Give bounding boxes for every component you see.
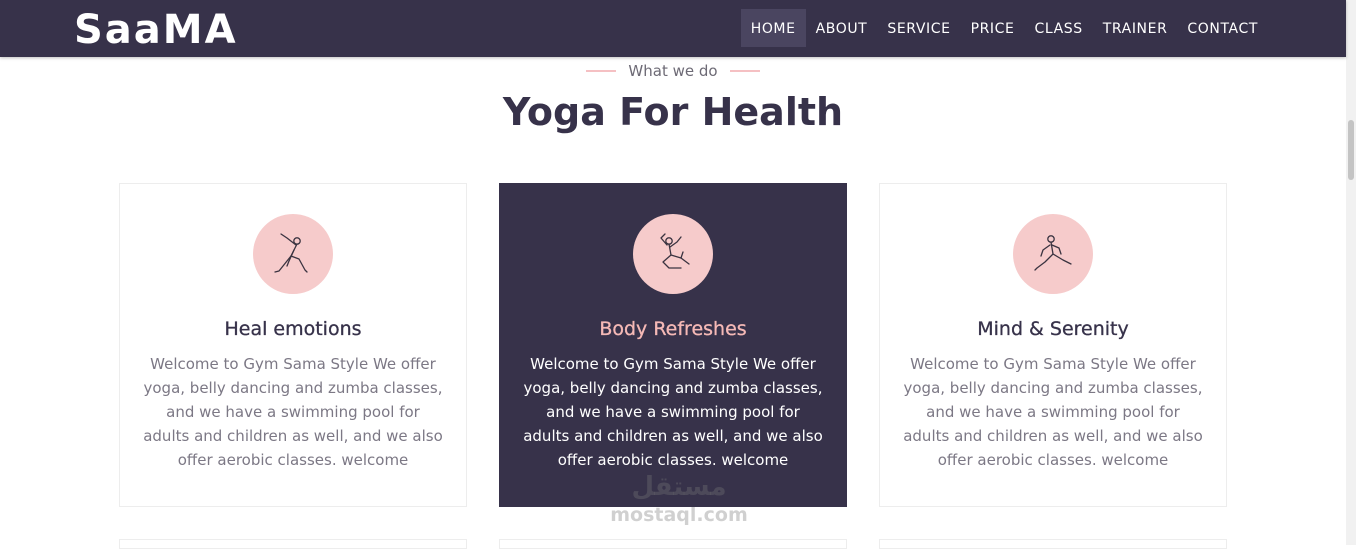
top-navbar: SaaMA HOME ABOUT SERVICE PRICE CLASS TRA… xyxy=(0,0,1346,57)
watermark-logo: مستقل xyxy=(631,472,727,502)
card-title: Heal emotions xyxy=(224,318,362,340)
card-description: Welcome to Gym Sama Style We offer yoga,… xyxy=(523,355,823,469)
card-description: Welcome to Gym Sama Style We offer yoga,… xyxy=(143,355,443,469)
page-scrollbar[interactable] xyxy=(1346,0,1356,545)
nav-contact[interactable]: CONTACT xyxy=(1177,9,1268,47)
tagline-text: What we do xyxy=(628,62,718,80)
nav-price[interactable]: PRICE xyxy=(961,9,1025,47)
nav-service[interactable]: SERVICE xyxy=(877,9,960,47)
card-title: Mind & Serenity xyxy=(977,318,1129,340)
yoga-seated-pose-icon xyxy=(633,214,713,294)
nav-about[interactable]: ABOUT xyxy=(806,9,878,47)
service-card-heal-emotions: Heal emotions Welcome to Gym Sama Style … xyxy=(119,183,467,507)
yoga-lunge-pose-icon xyxy=(1013,214,1093,294)
nav-home[interactable]: HOME xyxy=(740,9,806,47)
section-title: Yoga For Health xyxy=(502,90,844,134)
service-card-row2-1 xyxy=(119,539,467,549)
nav-trainer[interactable]: TRAINER xyxy=(1093,9,1178,47)
tagline-left-divider xyxy=(586,70,617,72)
main-menu: HOME ABOUT SERVICE PRICE CLASS TRAINER C… xyxy=(740,9,1268,47)
scrollbar-thumb[interactable] xyxy=(1348,120,1354,180)
section-tagline: What we do xyxy=(0,62,1346,80)
card-description: Welcome to Gym Sama Style We offer yoga,… xyxy=(903,355,1203,469)
service-card-row2-3 xyxy=(879,539,1227,549)
card-title: Body Refreshes xyxy=(599,318,747,340)
service-card-mind-serenity: Mind & Serenity Welcome to Gym Sama Styl… xyxy=(879,183,1227,507)
service-card-body-refreshes: Body Refreshes Welcome to Gym Sama Style… xyxy=(499,183,847,507)
yoga-triangle-pose-icon xyxy=(253,214,333,294)
tagline-right-divider xyxy=(729,70,760,72)
site-logo[interactable]: SaaMA xyxy=(74,4,238,56)
service-card-row2-2 xyxy=(499,539,847,549)
mostaql-watermark: مستقل mostaql.com xyxy=(604,470,754,526)
nav-class[interactable]: CLASS xyxy=(1024,9,1092,47)
watermark-text: mostaql.com xyxy=(610,504,748,526)
